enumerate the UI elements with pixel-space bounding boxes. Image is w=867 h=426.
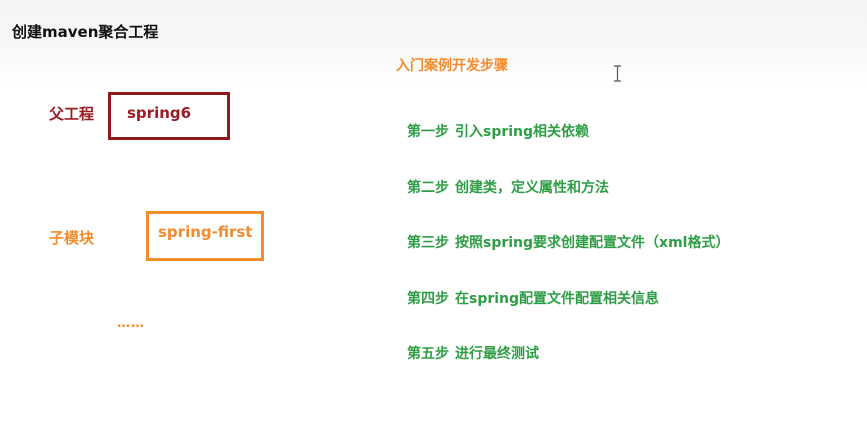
child-module-name: spring-first bbox=[158, 223, 253, 241]
step-1: 第一步 引入spring相关依赖 bbox=[407, 121, 589, 141]
step-text: 按照spring要求创建配置文件（xml格式） bbox=[455, 235, 730, 251]
step-5: 第五步 进行最终测试 bbox=[407, 343, 539, 363]
step-text: 进行最终测试 bbox=[455, 346, 539, 362]
parent-project-label: 父工程 bbox=[49, 105, 95, 123]
step-2: 第二步 创建类，定义属性和方法 bbox=[407, 177, 609, 197]
step-number: 第一步 bbox=[407, 124, 449, 140]
step-text: 在spring配置文件配置相关信息 bbox=[455, 291, 660, 307]
step-number: 第三步 bbox=[407, 235, 449, 251]
step-number: 第二步 bbox=[407, 180, 449, 196]
child-module-label: 子模块 bbox=[49, 229, 95, 247]
parent-project-name: spring6 bbox=[127, 104, 192, 122]
parent-project-box: spring6 bbox=[108, 92, 230, 140]
slide-title: 创建maven聚合工程 bbox=[12, 23, 159, 41]
more-modules-ellipsis: …… bbox=[117, 316, 145, 331]
step-number: 第五步 bbox=[407, 346, 449, 362]
step-number: 第四步 bbox=[407, 291, 449, 307]
step-3: 第三步 按照spring要求创建配置文件（xml格式） bbox=[407, 232, 729, 252]
step-text: 引入spring相关依赖 bbox=[455, 124, 590, 140]
text-cursor-icon bbox=[614, 65, 621, 82]
step-text: 创建类，定义属性和方法 bbox=[455, 180, 609, 196]
steps-heading: 入门案例开发步骤 bbox=[396, 58, 508, 74]
step-4: 第四步 在spring配置文件配置相关信息 bbox=[407, 288, 659, 308]
child-module-box: spring-first bbox=[146, 211, 264, 261]
